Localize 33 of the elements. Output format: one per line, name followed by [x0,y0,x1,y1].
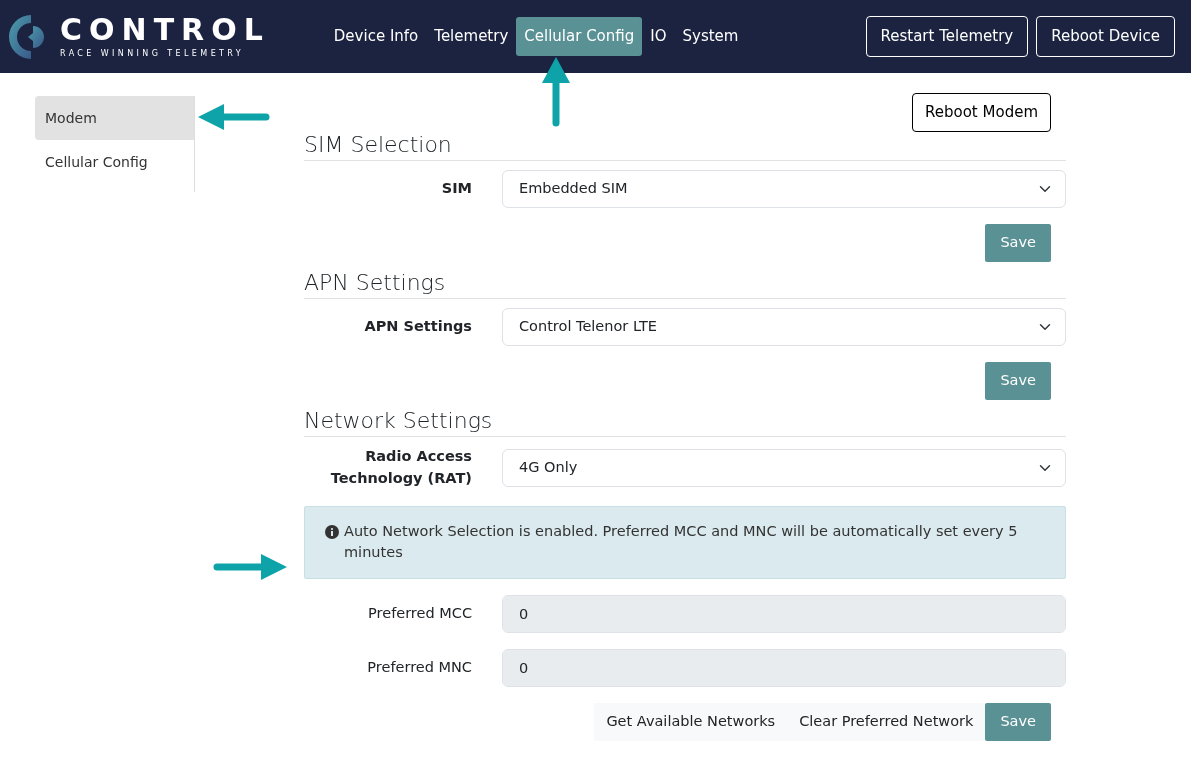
section-heading: APN Settings [304,269,1066,300]
brand-tagline: RACE WINNING TELEMETRY [60,50,246,58]
field-label: Preferred MNC [366,658,473,678]
brand-name: CONTROL [60,15,270,45]
action-button[interactable]: Get Available Networks [594,703,788,741]
arrow-icon [540,55,572,127]
reboot-modem-button[interactable]: Reboot Modem [912,93,1051,132]
nav-tab[interactable]: Telemetry [426,17,517,56]
select-field[interactable]: 4G Only [502,448,1066,487]
section-heading: Network Settings [304,407,1066,438]
field-label: Radio Access Technology (RAT) [329,447,473,488]
info-icon [325,524,339,539]
field-label: SIM [440,179,473,198]
navbar-button[interactable]: Reboot Device [1036,16,1175,57]
arrow-icon [196,102,270,132]
nav-tab[interactable]: IO [642,17,675,56]
navbar-button[interactable]: Restart Telemetry [865,16,1029,57]
section-heading: SIM Selection [304,131,1066,161]
action-button[interactable]: Save [985,703,1051,741]
select-field[interactable]: Control Telenor LTE [502,308,1066,347]
sidebar-item[interactable]: Modem [35,96,194,140]
action-button[interactable]: Clear Preferred Network [787,703,986,741]
nav-tab[interactable]: Device Info [325,17,427,56]
arrow-icon [213,552,289,582]
nav-tab[interactable]: Cellular Config [516,17,643,56]
select-field[interactable]: Embedded SIM [502,169,1066,208]
nav-tab[interactable]: System [674,17,747,56]
save-button[interactable]: Save [985,223,1051,262]
sidebar-item[interactable]: Cellular Config [35,140,194,184]
save-button[interactable]: Save [985,362,1051,400]
field-label: Preferred MCC [367,604,473,624]
field-label: APN Settings [363,317,473,337]
alert-text: Auto Network Selection is enabled. Preferred MCC and MNC will be automatically set every 5 minutes [344,521,1019,563]
